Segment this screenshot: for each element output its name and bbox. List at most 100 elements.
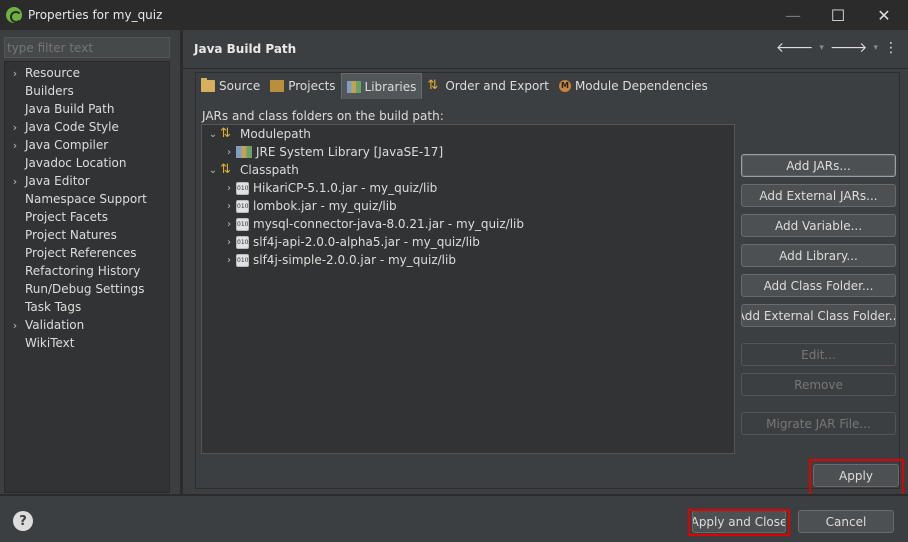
tab-projects[interactable]: Projects — [265, 73, 340, 99]
build-path-caption: JARs and class folders on the build path… — [202, 109, 444, 123]
close-button[interactable]: ✕ — [861, 0, 907, 30]
title-bar: Properties for my_quiz — ☐ ✕ — [0, 0, 908, 30]
properties-page: Java Build Path 🡐 ▾ 🡒 ▾ ⋮ Source Project… — [183, 30, 908, 496]
tab-order-and-export[interactable]: ⇅ Order and Export — [422, 73, 554, 99]
tree-label: mysql-connector-java-8.0.21.jar - my_qui… — [253, 217, 525, 231]
back-dropdown-icon[interactable]: ▾ — [819, 43, 824, 53]
chevron-right-icon[interactable]: › — [222, 219, 236, 230]
remove-button[interactable]: Remove — [741, 373, 896, 396]
chevron-right-icon[interactable]: › — [5, 139, 25, 152]
sidebar-item-label: WikiText — [25, 336, 75, 350]
tab-source[interactable]: Source — [196, 73, 265, 99]
sidebar-item-refactoring-history[interactable]: Refactoring History — [5, 262, 169, 280]
view-menu-icon[interactable]: ⋮ — [884, 40, 898, 56]
forward-dropdown-icon[interactable]: ▾ — [873, 43, 878, 53]
sidebar-item-project-references[interactable]: Project References — [5, 244, 169, 262]
tree-node-jre[interactable]: › JRE System Library [JavaSE-17] — [222, 143, 443, 161]
chevron-down-icon[interactable]: ⌄ — [206, 129, 220, 140]
tab-bar: Source Projects Libraries ⇅ Order and Exp… — [196, 73, 713, 99]
tree-label: Classpath — [240, 163, 299, 177]
sidebar-item-label: Refactoring History — [25, 264, 141, 278]
chevron-right-icon[interactable]: › — [222, 255, 236, 266]
add-variable-button[interactable]: Add Variable... — [741, 214, 896, 237]
chevron-right-icon[interactable]: › — [5, 67, 25, 80]
tree-node-jar[interactable]: › 010 HikariCP-5.1.0.jar - my_quiz/lib — [222, 179, 437, 197]
chevron-right-icon[interactable]: › — [222, 147, 236, 158]
tree-label: JRE System Library [JavaSE-17] — [256, 145, 444, 159]
modulepath-icon: ⇅ — [220, 126, 231, 141]
tree-node-jar[interactable]: › 010 mysql-connector-java-8.0.21.jar - … — [222, 215, 524, 233]
sidebar-item-namespace-support[interactable]: Namespace Support — [5, 190, 169, 208]
add-external-class-folder-button[interactable]: Add External Class Folder... — [741, 304, 896, 327]
title-separator — [183, 68, 908, 69]
sidebar-item-builders[interactable]: Builders — [5, 82, 169, 100]
jar-icon: 010 — [236, 253, 249, 267]
jar-icon: 010 — [236, 181, 249, 195]
chevron-right-icon[interactable]: › — [5, 121, 25, 134]
libraries-tree[interactable]: ⌄ ⇅ Modulepath › JRE System Library [Jav… — [201, 124, 735, 454]
maximize-button[interactable]: ☐ — [815, 0, 861, 30]
sidebar-item-label: Java Editor — [25, 174, 90, 188]
sidebar-item-project-facets[interactable]: Project Facets — [5, 208, 169, 226]
sidebar-item-validation[interactable]: › Validation — [5, 316, 169, 334]
tab-label: Module Dependencies — [574, 79, 708, 93]
tree-node-jar[interactable]: › 010 slf4j-simple-2.0.0.jar - my_quiz/l… — [222, 251, 456, 269]
filter-input[interactable] — [4, 37, 170, 58]
tree-node-modulepath[interactable]: ⌄ ⇅ Modulepath — [206, 125, 311, 143]
chevron-right-icon[interactable]: › — [222, 183, 236, 194]
sidebar-item-resource[interactable]: › Resource — [5, 64, 169, 82]
tree-label: lombok.jar - my_quiz/lib — [253, 199, 397, 213]
chevron-right-icon[interactable]: › — [222, 201, 236, 212]
chevron-right-icon[interactable]: › — [5, 175, 25, 188]
sidebar-item-label: Java Code Style — [25, 120, 119, 134]
sidebar-item-java-code-style[interactable]: › Java Code Style — [5, 118, 169, 136]
sidebar-item-label: Task Tags — [25, 300, 82, 314]
jar-icon: 010 — [236, 199, 249, 213]
tree-label: HikariCP-5.1.0.jar - my_quiz/lib — [253, 181, 438, 195]
sidebar-item-label: Run/Debug Settings — [25, 282, 145, 296]
sidebar-item-java-build-path[interactable]: Java Build Path — [5, 100, 169, 118]
sidebar-item-label: Namespace Support — [25, 192, 147, 206]
tab-label: Source — [219, 79, 261, 93]
add-class-folder-button[interactable]: Add Class Folder... — [741, 274, 896, 297]
help-icon[interactable]: ? — [13, 511, 33, 531]
tab-label: Order and Export — [445, 79, 549, 93]
edit-button[interactable]: Edit... — [741, 343, 896, 366]
sidebar-item-label: Javadoc Location — [25, 156, 127, 170]
tree-node-jar[interactable]: › 010 slf4j-api-2.0.0-alpha5.jar - my_qu… — [222, 233, 480, 251]
sidebar-item-run-debug-settings[interactable]: Run/Debug Settings — [5, 280, 169, 298]
sidebar-item-javadoc-location[interactable]: Javadoc Location — [5, 154, 169, 172]
properties-tree: › Resource Builders Java Build Path › Java… — [4, 61, 170, 493]
sidebar-item-label: Builders — [25, 84, 74, 98]
window-title: Properties for my_quiz — [28, 8, 163, 22]
tree-label: Modulepath — [240, 127, 311, 141]
minimize-button[interactable]: — — [770, 0, 816, 30]
tree-label: slf4j-api-2.0.0-alpha5.jar - my_quiz/lib — [253, 235, 480, 249]
add-jars-button[interactable]: Add JARs... — [741, 154, 896, 177]
migrate-jar-button[interactable]: Migrate JAR File... — [741, 412, 896, 435]
tab-module-dependencies[interactable]: M Module Dependencies — [554, 73, 713, 99]
source-folder-icon — [201, 78, 215, 92]
sidebar-item-java-compiler[interactable]: › Java Compiler — [5, 136, 169, 154]
add-library-button[interactable]: Add Library... — [741, 244, 896, 267]
forward-arrow-icon[interactable]: 🡒 — [830, 39, 868, 56]
tree-label: slf4j-simple-2.0.0.jar - my_quiz/lib — [253, 253, 456, 267]
tab-label: Projects — [288, 79, 336, 93]
sidebar-item-wikitext[interactable]: WikiText — [5, 334, 169, 352]
add-external-jars-button[interactable]: Add External JARs... — [741, 184, 896, 207]
sidebar-item-project-natures[interactable]: Project Natures — [5, 226, 169, 244]
back-arrow-icon[interactable]: 🡐 — [776, 39, 814, 56]
module-icon: M — [558, 80, 571, 92]
tab-libraries[interactable]: Libraries — [340, 73, 423, 99]
chevron-right-icon[interactable]: › — [222, 237, 236, 248]
jar-icon: 010 — [236, 235, 249, 249]
chevron-down-icon[interactable]: ⌄ — [206, 165, 220, 176]
classpath-icon: ⇅ — [220, 162, 231, 177]
cancel-button[interactable]: Cancel — [798, 510, 894, 533]
chevron-right-icon[interactable]: › — [5, 319, 25, 332]
sidebar-item-label: Project Facets — [25, 210, 108, 224]
tree-node-jar[interactable]: › 010 lombok.jar - my_quiz/lib — [222, 197, 397, 215]
tree-node-classpath[interactable]: ⌄ ⇅ Classpath — [206, 161, 299, 179]
sidebar-item-java-editor[interactable]: › Java Editor — [5, 172, 169, 190]
sidebar-item-task-tags[interactable]: Task Tags — [5, 298, 169, 316]
